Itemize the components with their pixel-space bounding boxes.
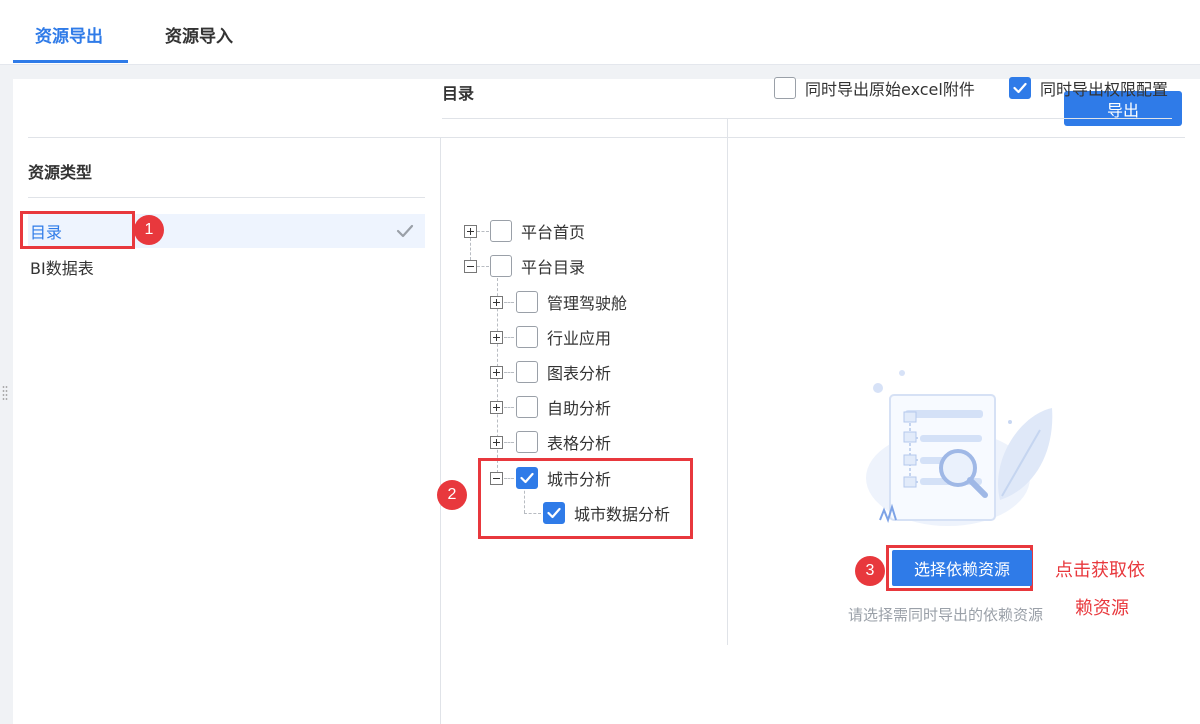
annotation-badge-3: 3	[855, 556, 885, 586]
expand-icon[interactable]	[490, 330, 503, 344]
expand-icon[interactable]	[490, 365, 503, 379]
tree-node-industry-apps[interactable]: 行业应用	[490, 324, 611, 350]
option-export-permissions[interactable]: 同时导出权限配置	[1009, 76, 1168, 100]
checkbox[interactable]	[516, 326, 538, 348]
resource-type-title: 资源类型	[28, 163, 93, 182]
checkbox[interactable]	[490, 255, 512, 277]
active-tab-indicator	[13, 60, 128, 63]
tree-node-label: 行业应用	[547, 329, 612, 348]
tree-node-label: 平台首页	[521, 223, 586, 242]
checkbox[interactable]	[774, 77, 796, 99]
checkmark-icon	[396, 224, 414, 238]
checkbox[interactable]	[490, 220, 512, 242]
annotation-note: 赖资源	[1075, 598, 1129, 619]
expand-icon[interactable]	[490, 435, 503, 449]
empty-state-illustration	[866, 370, 1053, 526]
option-label: 同时导出原始excel附件	[805, 80, 975, 99]
tree-node-label: 图表分析	[547, 364, 612, 383]
divider	[442, 118, 1172, 119]
collapse-icon[interactable]	[464, 259, 477, 273]
divider	[28, 197, 425, 198]
annotation-box-2	[478, 458, 693, 539]
tree-node-management-cockpit[interactable]: 管理驾驶舱	[490, 289, 627, 315]
checkbox-checked[interactable]	[1009, 77, 1031, 99]
option-export-excel[interactable]: 同时导出原始excel附件	[774, 76, 975, 100]
tree-node-label: 表格分析	[547, 434, 612, 453]
tree-node-label: 自助分析	[547, 399, 612, 418]
divider	[440, 137, 441, 724]
annotation-badge-2: 2	[437, 480, 467, 510]
tab-bar: 资源导出 资源导入	[0, 0, 1200, 65]
expand-icon[interactable]	[490, 400, 503, 414]
divider	[727, 119, 728, 645]
select-dependency-button[interactable]: 选择依赖资源	[892, 550, 1032, 586]
checkbox[interactable]	[516, 431, 538, 453]
option-label: 同时导出权限配置	[1040, 80, 1169, 99]
checkbox[interactable]	[516, 361, 538, 383]
expand-icon[interactable]	[490, 295, 503, 309]
expand-icon[interactable]	[464, 224, 477, 238]
tree-node-self-service-analysis[interactable]: 自助分析	[490, 394, 611, 420]
annotation-note: 点击获取依	[1055, 560, 1145, 581]
resource-type-item-bi-table[interactable]: BI数据表	[28, 250, 425, 284]
drag-handle-icon[interactable]	[2, 385, 8, 403]
tree-node-label: 管理驾驶舱	[547, 294, 628, 313]
tab-resource-export[interactable]: 资源导出	[35, 22, 103, 47]
tree-node-table-analysis[interactable]: 表格分析	[490, 429, 611, 455]
tree-node-platform-catalog[interactable]: 平台目录	[464, 253, 585, 279]
annotation-box-1	[20, 211, 135, 249]
dependency-hint: 请选择需同时导出的依赖资源	[848, 606, 1044, 624]
checkmark-icon	[1013, 82, 1027, 94]
checkbox[interactable]	[516, 291, 538, 313]
tree-node-chart-analysis[interactable]: 图表分析	[490, 359, 611, 385]
catalog-title: 目录	[442, 84, 475, 103]
tree-node-label: 平台目录	[521, 258, 586, 277]
resource-type-label: BI数据表	[30, 259, 94, 278]
checkbox[interactable]	[516, 396, 538, 418]
tree-node-platform-home[interactable]: 平台首页	[464, 218, 585, 244]
tab-resource-import[interactable]: 资源导入	[165, 22, 233, 47]
annotation-badge-1: 1	[134, 215, 164, 245]
